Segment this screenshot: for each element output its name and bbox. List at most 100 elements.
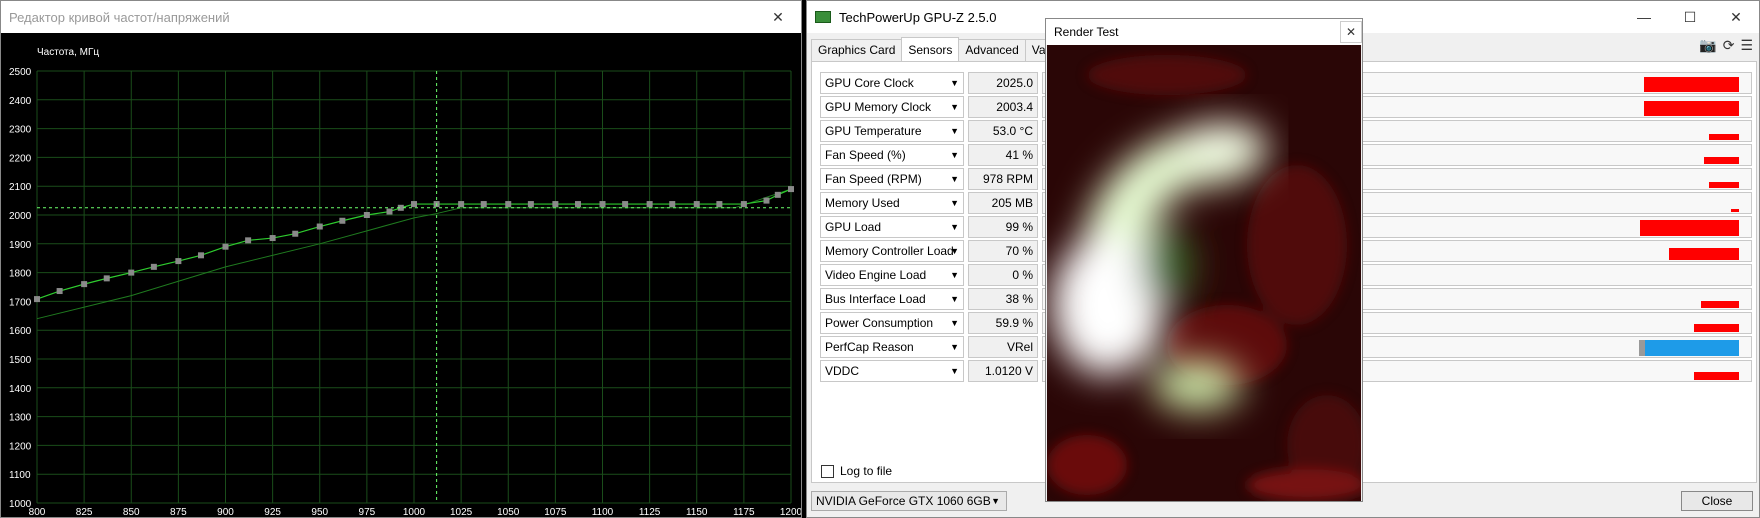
sensor-name: Power Consumption bbox=[825, 316, 934, 330]
close-icon[interactable]: ✕ bbox=[1713, 1, 1759, 33]
menu-icon[interactable]: ☰ bbox=[1740, 37, 1753, 54]
sensor-graph-bar bbox=[1694, 371, 1739, 380]
sensor-select[interactable]: Bus Interface Load ▼ bbox=[820, 288, 964, 310]
y-tick-label: 2000 bbox=[9, 211, 32, 222]
curve-editor-titlebar[interactable]: Редактор кривой частот/напряжений ✕ bbox=[1, 1, 801, 33]
x-tick-label: 1175 bbox=[733, 507, 755, 518]
render-canvas bbox=[1047, 45, 1361, 501]
sensor-select[interactable]: Video Engine Load ▼ bbox=[820, 264, 964, 286]
x-tick-label: 1125 bbox=[639, 507, 661, 518]
sensor-graph-bar bbox=[1731, 208, 1739, 212]
y-tick-label: 2500 bbox=[9, 67, 32, 78]
sensor-name: GPU Core Clock bbox=[825, 76, 914, 90]
y-tick-label: 2300 bbox=[9, 125, 32, 136]
sensor-graph-bar bbox=[1694, 323, 1739, 332]
sensor-value: VRel bbox=[968, 336, 1038, 358]
curve-point bbox=[339, 217, 346, 224]
curve-point bbox=[527, 201, 534, 208]
sensor-select[interactable]: Power Consumption ▼ bbox=[820, 312, 964, 334]
y-tick-label: 2200 bbox=[9, 153, 32, 164]
sensor-select[interactable]: Fan Speed (RPM) ▼ bbox=[820, 168, 964, 190]
render-test-window: Render Test ✕ bbox=[1045, 18, 1363, 502]
close-icon[interactable]: ✕ bbox=[755, 1, 801, 33]
sensor-value: 205 MB bbox=[968, 192, 1038, 214]
sensor-select[interactable]: VDDC ▼ bbox=[820, 360, 964, 382]
curve-point bbox=[716, 201, 723, 208]
curve-point bbox=[222, 243, 229, 250]
chevron-down-icon: ▼ bbox=[950, 342, 959, 352]
tab-advanced[interactable]: Advanced bbox=[958, 39, 1026, 61]
curve-editor-window: Редактор кривой частот/напряжений ✕ Част… bbox=[0, 0, 802, 518]
curve-point bbox=[574, 201, 581, 208]
curve-point bbox=[599, 201, 606, 208]
x-tick-label: 875 bbox=[170, 507, 187, 518]
sensor-select[interactable]: GPU Memory Clock ▼ bbox=[820, 96, 964, 118]
tab-sensors[interactable]: Sensors bbox=[901, 37, 960, 61]
chevron-down-icon: ▼ bbox=[991, 496, 1000, 506]
sensor-name: Fan Speed (%) bbox=[825, 148, 906, 162]
sensor-value: 99 % bbox=[968, 216, 1038, 238]
curve-editor-title: Редактор кривой частот/напряжений bbox=[9, 9, 230, 25]
curve-point bbox=[363, 212, 370, 218]
curve-point bbox=[175, 258, 182, 265]
sensor-select[interactable]: Fan Speed (%) ▼ bbox=[820, 144, 964, 166]
camera-icon[interactable]: 📷 bbox=[1699, 37, 1716, 54]
tab-graphics-card[interactable]: Graphics Card bbox=[811, 39, 903, 61]
curve-point bbox=[34, 296, 40, 303]
y-tick-label: 1100 bbox=[9, 470, 31, 481]
curve-point bbox=[316, 223, 323, 230]
sensor-name: VDDC bbox=[825, 364, 860, 378]
x-tick-label: 900 bbox=[217, 507, 234, 518]
sensor-select[interactable]: Memory Used ▼ bbox=[820, 192, 964, 214]
sensor-select[interactable]: PerfCap Reason ▼ bbox=[820, 336, 964, 358]
chevron-down-icon: ▼ bbox=[950, 318, 959, 328]
x-tick-label: 975 bbox=[359, 507, 376, 518]
gpu-select[interactable]: NVIDIA GeForce GTX 1060 6GB ▼ bbox=[811, 491, 1007, 511]
curve-point bbox=[386, 208, 393, 215]
log-to-file-checkbox[interactable] bbox=[821, 464, 834, 478]
curve-point bbox=[150, 263, 157, 270]
sensor-name: Fan Speed (RPM) bbox=[825, 172, 922, 186]
curve-point bbox=[411, 201, 417, 208]
y-tick-label: 2100 bbox=[9, 182, 32, 193]
chevron-down-icon: ▼ bbox=[950, 270, 959, 280]
y-tick-label: 1800 bbox=[9, 269, 32, 280]
sensor-select[interactable]: GPU Temperature ▼ bbox=[820, 120, 964, 142]
chevron-down-icon: ▼ bbox=[950, 102, 959, 112]
y-tick-label: 1200 bbox=[9, 441, 32, 452]
chevron-down-icon: ▼ bbox=[950, 174, 959, 184]
x-tick-label: 1025 bbox=[450, 507, 473, 518]
gpu-select-value: NVIDIA GeForce GTX 1060 6GB bbox=[816, 494, 991, 508]
render-test-titlebar[interactable]: Render Test ✕ bbox=[1046, 19, 1362, 45]
y-tick-label: 1300 bbox=[9, 413, 32, 424]
curve-point bbox=[552, 201, 559, 208]
curve-point bbox=[103, 275, 110, 282]
sensor-select[interactable]: GPU Load ▼ bbox=[820, 216, 964, 238]
curve-point bbox=[763, 197, 770, 204]
sensor-graph-bar bbox=[1701, 300, 1739, 308]
y-tick-label: 2400 bbox=[9, 96, 32, 107]
sensor-value: 0 % bbox=[968, 264, 1038, 286]
minimize-icon[interactable]: — bbox=[1621, 1, 1667, 33]
curve-point bbox=[269, 235, 276, 242]
chevron-down-icon: ▼ bbox=[950, 222, 959, 232]
curve-point bbox=[56, 288, 63, 295]
x-tick-label: 1000 bbox=[403, 507, 426, 518]
sensor-name: Video Engine Load bbox=[825, 268, 927, 282]
curve-point bbox=[788, 186, 794, 193]
x-tick-label: 925 bbox=[264, 507, 281, 518]
maximize-icon[interactable]: ☐ bbox=[1667, 1, 1713, 33]
sensor-graph-bar bbox=[1639, 340, 1739, 356]
sensor-name: GPU Temperature bbox=[825, 124, 922, 138]
x-tick-label: 1075 bbox=[544, 507, 567, 518]
log-to-file[interactable]: Log to file bbox=[821, 464, 892, 478]
close-icon[interactable]: ✕ bbox=[1340, 21, 1362, 43]
sensor-select[interactable]: Memory Controller Load ▼ bbox=[820, 240, 964, 262]
close-button[interactable]: Close bbox=[1681, 491, 1753, 511]
chevron-down-icon: ▼ bbox=[950, 126, 959, 136]
curve-chart[interactable]: Частота, МГц 2500 2400 2300 2200 2100 2000 1900… bbox=[1, 33, 802, 518]
curve-point bbox=[646, 201, 653, 208]
refresh-icon[interactable]: ⟳ bbox=[1723, 37, 1735, 54]
sensor-select[interactable]: GPU Core Clock ▼ bbox=[820, 72, 964, 94]
y-tick-label: 1900 bbox=[9, 240, 32, 251]
